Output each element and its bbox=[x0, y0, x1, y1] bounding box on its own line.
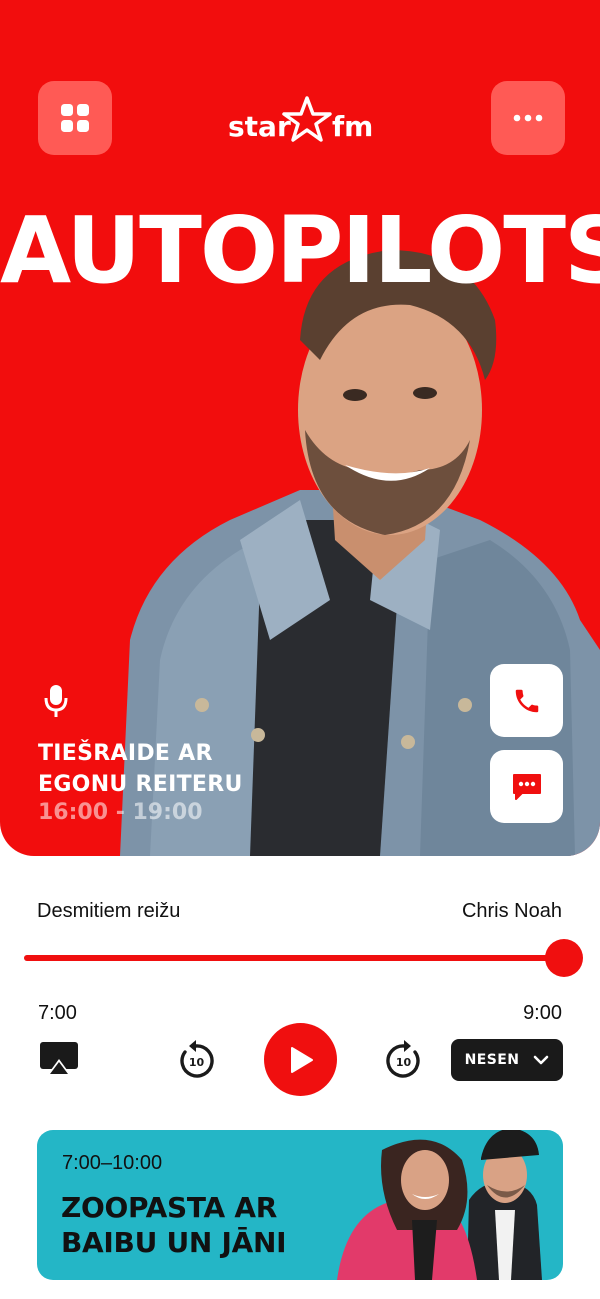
track-title: Desmitiem reižu bbox=[37, 900, 181, 922]
recent-label: NESEN bbox=[464, 1052, 520, 1068]
next-show-title-line1: ZOOPASTA AR bbox=[61, 1191, 277, 1224]
rewind-10-icon[interactable]: 10 bbox=[176, 1039, 216, 1079]
time-start: 7:00 bbox=[38, 1002, 77, 1024]
microphone-icon bbox=[44, 685, 68, 717]
more-dots-icon bbox=[513, 114, 543, 122]
more-options-button[interactable] bbox=[491, 81, 565, 155]
chevron-down-icon bbox=[534, 1055, 549, 1065]
chat-bubble-icon bbox=[512, 773, 541, 800]
next-show-time: 7:00–10:00 bbox=[62, 1152, 163, 1174]
menu-button[interactable] bbox=[38, 81, 112, 155]
forward-seconds: 10 bbox=[396, 1056, 412, 1069]
progress-knob[interactable] bbox=[545, 939, 583, 977]
logo-text-left: star bbox=[228, 110, 291, 143]
phone-icon bbox=[515, 689, 538, 712]
airplay-icon[interactable] bbox=[39, 1041, 79, 1077]
star-icon bbox=[282, 96, 332, 142]
chat-button[interactable] bbox=[490, 750, 563, 823]
live-label-line2: EGONU REITERU bbox=[38, 772, 243, 797]
next-show-title: ZOOPASTA AR BAIBU UN JĀNI bbox=[61, 1190, 287, 1260]
progress-bar[interactable] bbox=[24, 939, 583, 977]
rewind-seconds: 10 bbox=[189, 1056, 205, 1069]
hero-section: star fm AUTOPILOTS TIEŠRAIDE AR EGONU RE… bbox=[0, 0, 600, 856]
progress-fill bbox=[24, 955, 564, 961]
grid-icon bbox=[61, 104, 89, 132]
play-icon bbox=[290, 1046, 313, 1073]
show-title: AUTOPILOTS bbox=[0, 197, 600, 304]
live-time: 16:00 - 19:00 bbox=[38, 800, 203, 825]
recent-dropdown[interactable]: NESEN bbox=[451, 1039, 563, 1081]
logo-text-right: fm bbox=[332, 110, 373, 143]
track-artist: Chris Noah bbox=[461, 900, 562, 922]
time-end: 9:00 bbox=[523, 1002, 562, 1024]
next-show-title-line2: BAIBU UN JĀNI bbox=[61, 1226, 287, 1259]
play-button[interactable] bbox=[264, 1023, 337, 1096]
call-button[interactable] bbox=[490, 664, 563, 737]
star-fm-logo: star fm bbox=[228, 96, 373, 143]
forward-10-icon[interactable]: 10 bbox=[384, 1039, 424, 1079]
next-show-card[interactable]: 7:00–10:00 ZOOPASTA AR BAIBU UN JĀNI bbox=[37, 1130, 563, 1280]
live-label-line1: TIEŠRAIDE AR bbox=[38, 741, 213, 766]
live-host-label: TIEŠRAIDE AR EGONU REITERU bbox=[38, 738, 243, 800]
